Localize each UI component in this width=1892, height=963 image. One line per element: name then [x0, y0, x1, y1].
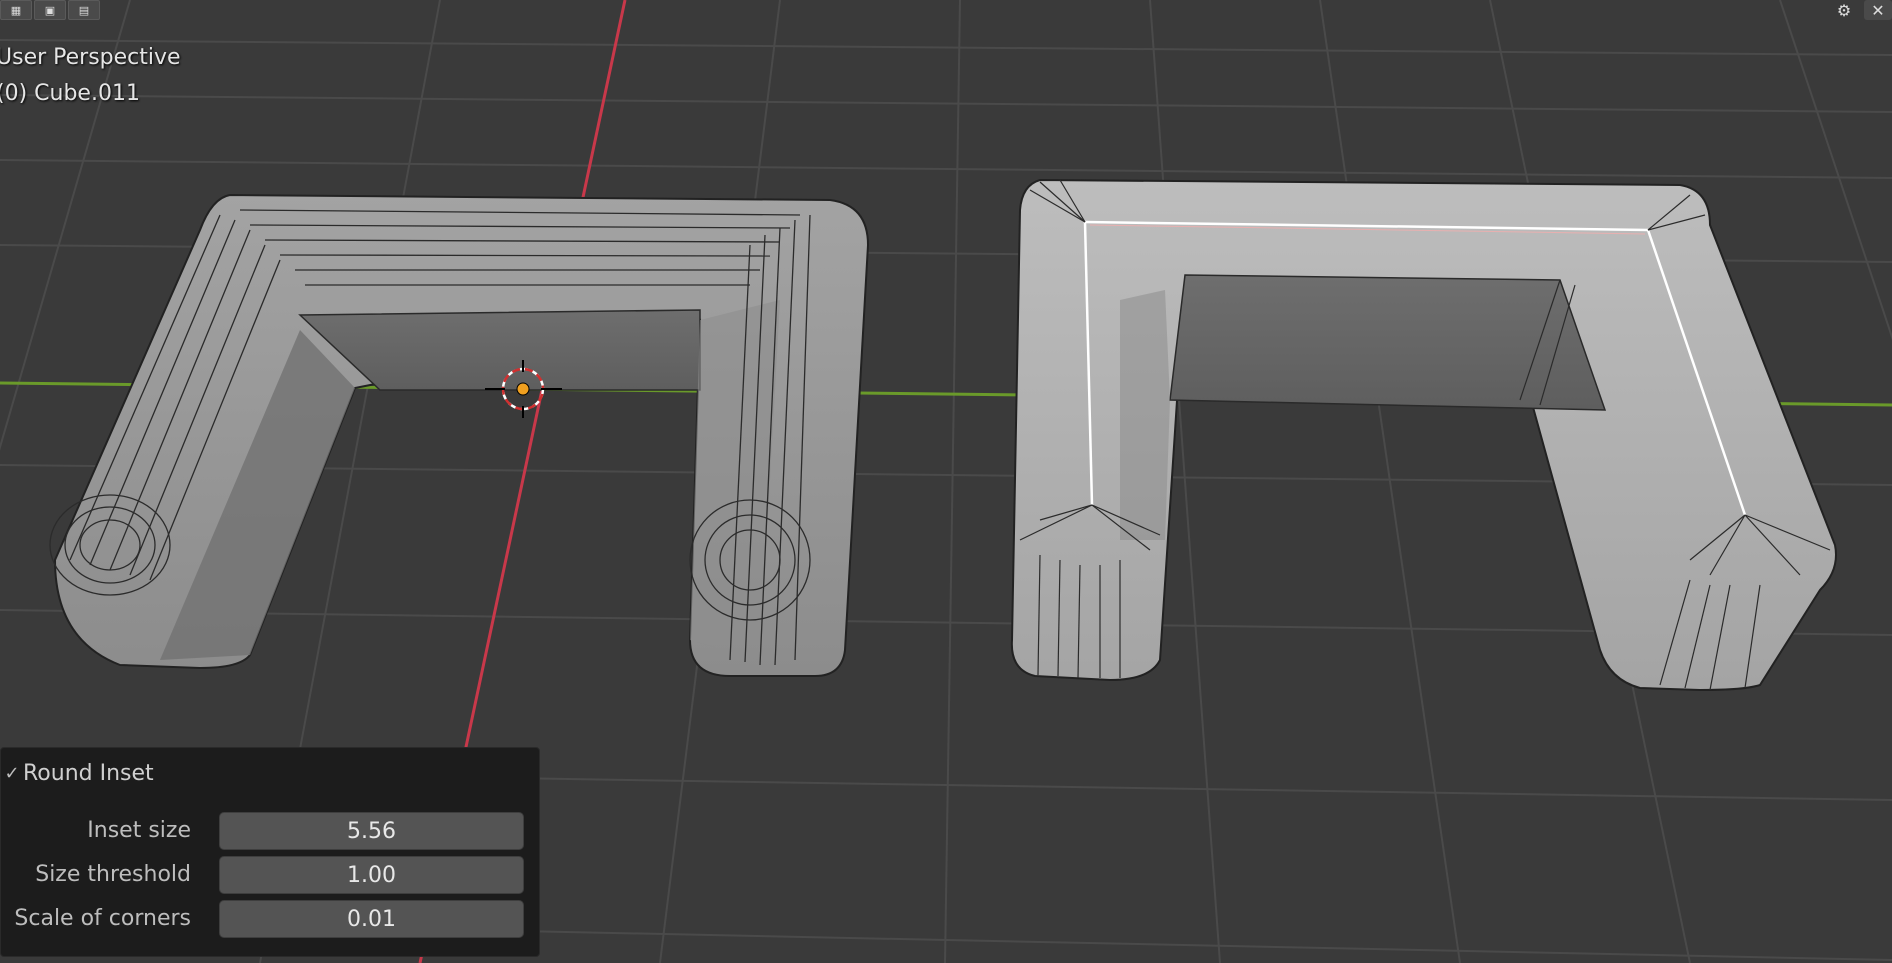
chevron-down-icon[interactable]: ✓	[1, 763, 23, 784]
size-threshold-field[interactable]: 1.00	[219, 856, 524, 894]
active-object-label: (0) Cube.011	[0, 81, 140, 106]
inset-size-row: Inset size 5.56	[1, 812, 531, 852]
select-extend-icon[interactable]: ▣	[34, 0, 66, 20]
select-subtract-icon[interactable]: ▤	[68, 0, 100, 20]
viewport-header-right: ⚙ ✕	[1830, 0, 1892, 20]
scale-of-corners-field[interactable]: 0.01	[219, 900, 524, 938]
size-threshold-label: Size threshold	[35, 862, 191, 887]
scale-of-corners-row: Scale of corners 0.01	[1, 900, 531, 940]
close-icon[interactable]: ✕	[1864, 0, 1892, 20]
operator-title: Round Inset	[23, 760, 154, 786]
scale-of-corners-label: Scale of corners	[14, 906, 191, 931]
3d-viewport[interactable]: ▦ ▣ ▤ ⚙ ✕ User Perspective (0) Cube.011 …	[0, 0, 1892, 963]
left-mesh-object[interactable]	[49, 193, 870, 677]
right-mesh-object[interactable]	[1010, 178, 1837, 692]
inset-size-field[interactable]: 5.56	[219, 812, 524, 850]
gizmo-icon[interactable]: ⚙	[1830, 0, 1858, 20]
size-threshold-row: Size threshold 1.00	[1, 856, 531, 896]
select-box-icon[interactable]: ▦	[0, 0, 32, 20]
selection-mode-toolbar: ▦ ▣ ▤	[0, 0, 102, 20]
operator-redo-panel: ✓ Round Inset Inset size 5.56 Size thres…	[0, 747, 540, 957]
view-name-label: User Perspective	[0, 45, 181, 70]
operator-panel-header[interactable]: ✓ Round Inset	[1, 756, 154, 790]
inset-size-label: Inset size	[87, 818, 191, 843]
